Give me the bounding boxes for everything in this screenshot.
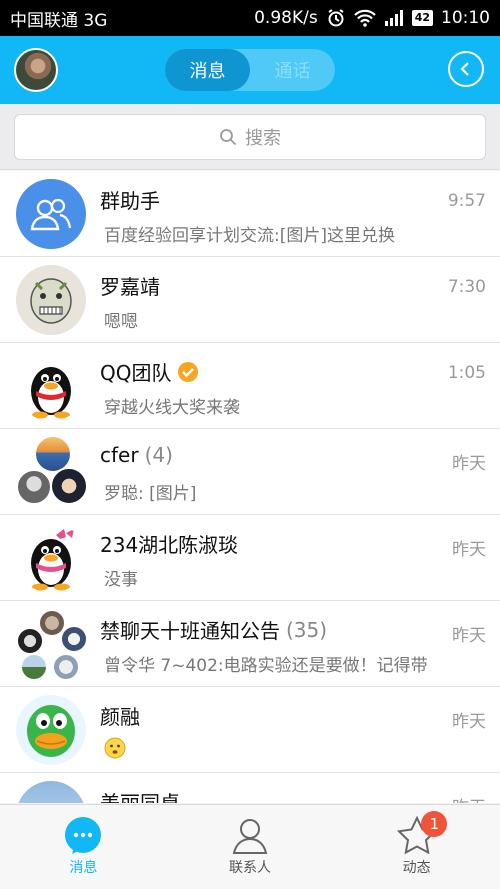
tab-label: 动态 [402, 860, 431, 876]
conversation-name: 颜融 [100, 705, 140, 729]
group-avatar [16, 609, 88, 681]
conversation-time: 昨天 [452, 454, 486, 474]
conversation-name: cfer [100, 443, 139, 467]
conversation-time: 昨天 [452, 712, 486, 732]
conversation-time: 7:30 [447, 277, 486, 297]
conversation-item[interactable]: cfer (4) 昨天 罗聪: [图片] [0, 429, 500, 515]
conversation-item[interactable]: 颜融 昨天 [0, 687, 500, 773]
conversation-preview: 穿越火线大奖来袭 [104, 398, 240, 418]
tab-messages[interactable]: 消息 [165, 49, 250, 91]
conversation-time: 9:57 [447, 191, 486, 211]
conversation-item[interactable]: 美丽同桌 昨天 [0, 773, 500, 803]
notification-badge: 1 [421, 811, 448, 837]
alarm-icon [326, 8, 346, 28]
message-call-switch: 消息 通话 [165, 49, 335, 91]
search-placeholder: 搜索 [245, 128, 281, 149]
tab-messages-bottom[interactable]: 消息 [0, 805, 167, 889]
group-assistant-avatar [16, 179, 86, 249]
penguin-girl-icon [31, 529, 74, 591]
conversation-name: 234湖北陈淑琰 [100, 533, 239, 557]
tab-contacts[interactable]: 联系人 [167, 805, 334, 889]
contact-avatar [16, 781, 86, 803]
conversation-preview [104, 737, 484, 764]
bottom-tab-bar: 消息 联系人 动态 1 [0, 804, 500, 889]
conversation-time: 昨天 [452, 540, 486, 560]
conversation-name: 美丽同桌 [100, 791, 180, 803]
tab-label: 联系人 [229, 860, 271, 876]
conversation-name: QQ团队 [100, 361, 172, 385]
green-duck-icon [16, 695, 86, 765]
conversation-time: 昨天 [452, 626, 486, 646]
conversation-list: 群助手 9:57 百度经验回享计划交流:[图片]这里兑换 罗嘉靖 7:30 嗯嗯… [0, 171, 500, 803]
person-icon [232, 819, 268, 854]
tab-label: 消息 [69, 860, 98, 876]
conversation-preview: 曾令华 7~402:电路实验还是要做！记得带 [104, 656, 428, 676]
conversation-name: 群助手 [100, 189, 160, 213]
conversation-item[interactable]: QQ团队 1:05 穿越火线大奖来袭 [0, 343, 500, 429]
qq-team-avatar [16, 351, 86, 421]
conversation-item[interactable]: 群助手 9:57 百度经验回享计划交流:[图片]这里兑换 [0, 171, 500, 257]
tab-feeds[interactable]: 动态 1 [333, 805, 500, 889]
conversation-item[interactable]: 罗嘉靖 7:30 嗯嗯 [0, 257, 500, 343]
conversation-time: 1:05 [447, 363, 486, 383]
tab-calls[interactable]: 通话 [250, 49, 335, 91]
conversation-item[interactable]: 禁聊天十班通知公告 (35) 昨天 曾令华 7~402:电路实验还是要做！记得带 [0, 601, 500, 687]
back-button[interactable] [448, 51, 484, 87]
conversation-name: 禁聊天十班通知公告 [100, 619, 280, 643]
emoji-icon [104, 737, 126, 759]
status-bar: 中国联通 3G 0.98K/s 42 10:10 [0, 0, 500, 36]
penguin-icon [31, 367, 71, 419]
unread-count: (4) [144, 443, 173, 467]
conversation-preview: 百度经验回享计划交流:[图片]这里兑换 [104, 226, 395, 246]
conversation-preview: 罗聪: [图片] [104, 484, 197, 504]
search-area: 搜索 [0, 104, 500, 170]
unread-count: (35) [286, 617, 328, 642]
conversation-preview: 没事 [104, 570, 138, 590]
contact-avatar [16, 265, 86, 335]
group-avatar [16, 435, 88, 509]
carrier-label: 中国联通 3G [10, 10, 108, 31]
header-bar: 消息 通话 [0, 36, 500, 104]
conversation-time: 昨天 [452, 793, 486, 803]
profile-avatar[interactable] [14, 48, 58, 92]
search-input[interactable]: 搜索 [14, 114, 486, 160]
verified-badge-icon [178, 361, 199, 382]
chat-bubble-icon [65, 817, 102, 854]
wifi-icon [353, 9, 376, 27]
signal-icon [384, 9, 404, 27]
chevron-left-icon [460, 62, 469, 76]
contact-avatar [16, 523, 86, 593]
group-people-icon [30, 198, 72, 231]
contact-avatar [16, 695, 86, 765]
clock: 10:10 [441, 8, 490, 28]
conversation-name: 罗嘉靖 [100, 275, 160, 299]
conversation-item[interactable]: 234湖北陈淑琰 昨天 没事 [0, 515, 500, 601]
network-speed: 0.98K/s [254, 8, 318, 28]
search-icon [220, 129, 237, 146]
battery-indicator: 42 [411, 10, 433, 26]
conversation-preview: 嗯嗯 [104, 312, 138, 332]
